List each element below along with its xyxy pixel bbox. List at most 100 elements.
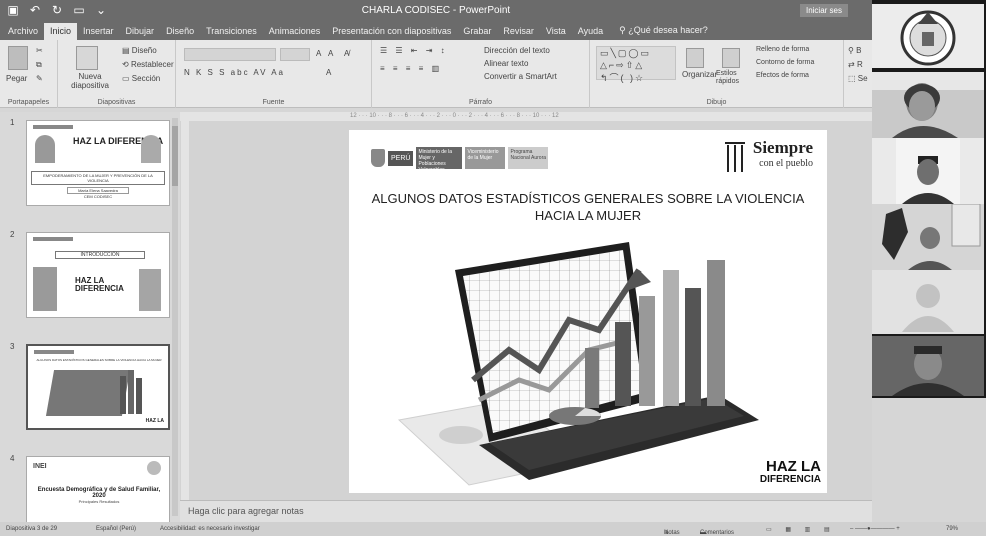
tab-grabar[interactable]: Grabar: [457, 23, 497, 40]
clear-format-icon[interactable]: A̸: [344, 49, 349, 58]
participant-tile-4[interactable]: [872, 204, 984, 270]
participant-video-6: [872, 336, 984, 396]
section-label: Sección: [131, 74, 161, 83]
thumbnails-scrollbar[interactable]: [172, 118, 178, 516]
tab-insertar[interactable]: Insertar: [77, 23, 120, 40]
align-text-button[interactable]: Alinear texto: [484, 59, 528, 68]
participant-tile-1[interactable]: [872, 4, 984, 68]
vertical-ruler: [181, 121, 189, 501]
tab-transiciones[interactable]: Transiciones: [200, 23, 263, 40]
text-direction-button[interactable]: Dirección del texto: [484, 46, 550, 55]
thumb-author: María Elena Saavedra: [67, 187, 129, 194]
participant-tile-2[interactable]: [872, 72, 984, 138]
list-buttons-icon[interactable]: ☰ ☰ ⇤ ⇥ ↕: [380, 46, 448, 55]
select-button[interactable]: ⬚ Se: [848, 74, 868, 83]
police-emblem-icon: [900, 10, 956, 66]
layout-button[interactable]: ▤ Diseño: [122, 46, 157, 55]
new-slide-button[interactable]: Nueva diapositiva: [68, 72, 112, 90]
current-slide[interactable]: PERÚ Ministerio de la Mujer y Poblacione…: [349, 130, 827, 493]
replace-button[interactable]: ⇄ R: [848, 60, 863, 69]
thumb-number-1: 1: [10, 118, 15, 127]
smartart-button[interactable]: Convertir a SmartArt: [484, 72, 557, 81]
thumb-figure-right: [141, 135, 161, 163]
thumb-bar-3: [136, 378, 142, 414]
reset-button[interactable]: ⟲ Restablecer: [122, 60, 174, 69]
group-slides: Nueva diapositiva ▤ Diseño ⟲ Restablecer…: [58, 40, 176, 108]
shape-effects-button[interactable]: Efectos de forma: [756, 72, 809, 79]
quick-styles-icon[interactable]: [722, 48, 740, 68]
shapes-icons-3: ↰⌒( )☆: [600, 73, 646, 83]
select-icon: ⬚: [848, 74, 856, 83]
sign-in-button[interactable]: Iniciar ses: [799, 4, 848, 17]
language-status[interactable]: Español (Perú): [96, 526, 136, 532]
tell-me-label: ¿Qué desea hacer?: [628, 25, 708, 35]
ruler-ticks: 12 · · · 10 · · · 8 · · · 6 · · · 4 · · …: [350, 113, 559, 119]
tab-ayuda[interactable]: Ayuda: [572, 23, 609, 40]
vice-ministry-label: Viceministerio de la Mujer: [465, 147, 506, 169]
font-label: Fuente: [262, 99, 285, 106]
participant-tile-3[interactable]: [872, 138, 984, 204]
thumb-logo-bar: [33, 125, 73, 129]
quick-styles-button[interactable]: Estilos rápidos: [716, 70, 752, 86]
scrollbar-thumb[interactable]: [172, 126, 178, 186]
copy-icon[interactable]: ⧉: [36, 60, 42, 70]
tab-vista[interactable]: Vista: [540, 23, 572, 40]
participant-tile-5[interactable]: [872, 270, 984, 334]
slide-counter: Diapositiva 3 de 29: [6, 526, 58, 532]
zoom-level[interactable]: 79%: [946, 526, 958, 532]
alignment-buttons-icon[interactable]: ≡ ≡ ≡ ≡ ▥: [380, 64, 442, 73]
participant-video-2: [872, 72, 984, 138]
columns-icon: [724, 142, 745, 172]
find-button[interactable]: ⚲ B: [848, 46, 861, 55]
arrange-icon[interactable]: [686, 48, 704, 68]
tab-animaciones[interactable]: Animaciones: [263, 23, 327, 40]
coat-of-arms-icon: [371, 149, 385, 167]
clipboard-label: Portapapeles: [7, 99, 50, 106]
arrange-button[interactable]: Organizar: [682, 70, 717, 79]
new-slide-icon[interactable]: [76, 46, 98, 70]
section-icon: ▭: [122, 74, 132, 83]
brand-title: Siempre: [752, 138, 813, 157]
accessibility-status[interactable]: Accesibilidad: es necesario investigar: [160, 526, 260, 532]
format-painter-icon[interactable]: ✎: [36, 74, 43, 83]
cut-icon[interactable]: ✂: [36, 46, 43, 55]
zoom-slider[interactable]: – ——●———— +: [850, 526, 900, 532]
participant-tile-6[interactable]: [872, 336, 984, 396]
thumb-org: INEI: [33, 463, 47, 470]
ribbon-home: Pegar ✂ ⧉ ✎ Portapapeles Nueva diapositi…: [0, 40, 872, 108]
slide-thumbnail-3[interactable]: ALGUNOS DATOS ESTADÍSTICOS GENERALES SOB…: [26, 344, 170, 430]
thumb-badge: HAZ LA: [145, 418, 164, 424]
thumb-figure-right: [139, 269, 161, 311]
tab-inicio[interactable]: Inicio: [44, 23, 78, 40]
tab-revisar[interactable]: Revisar: [497, 23, 540, 40]
font-size-select[interactable]: [280, 48, 310, 61]
tab-presentacion[interactable]: Presentación con diapositivas: [326, 23, 457, 40]
shrink-font-icon[interactable]: A: [328, 49, 333, 58]
tab-archivo[interactable]: Archivo: [2, 23, 44, 40]
view-buttons[interactable]: ▭ ▦ ▥ ▤: [766, 526, 836, 533]
font-color-icon[interactable]: A: [326, 68, 331, 77]
title-bar: ▣ ↶ ↻ ▭ ⌄ CHARLA CODISEC - PowerPoint In…: [0, 0, 872, 22]
shape-outline-button[interactable]: Contorno de forma: [756, 59, 814, 66]
group-font: A A A̸ N K S S abc AV Aa A Fuente: [176, 40, 372, 108]
thumb-number-3: 3: [10, 342, 15, 351]
font-name-select[interactable]: [184, 48, 276, 61]
tab-diseno[interactable]: Diseño: [160, 23, 200, 40]
paste-button[interactable]: Pegar: [6, 74, 27, 83]
font-style-buttons[interactable]: N K S S abc AV Aa: [184, 68, 285, 77]
tell-me-search[interactable]: ⚲ ¿Qué desea hacer?: [609, 22, 714, 40]
slide-title[interactable]: ALGUNOS DATOS ESTADÍSTICOS GENERALES SOB…: [349, 190, 827, 224]
notes-pane[interactable]: Haga clic para agregar notas: [180, 500, 872, 522]
section-button[interactable]: ▭ Sección: [122, 74, 160, 83]
slide-thumbnail-2[interactable]: INTRODUCCIÓN HAZ LA DIFERENCIA: [26, 232, 170, 318]
search-icon: ⚲: [848, 46, 854, 55]
tab-dibujar[interactable]: Dibujar: [120, 23, 161, 40]
select-label: Se: [857, 74, 868, 83]
shape-fill-button[interactable]: Relleno de forma: [756, 46, 809, 53]
comments-label: Comentarios: [700, 530, 735, 536]
slide-thumbnail-1[interactable]: HAZ LA DIFERENCIA EMPODERAMIENTO DE LA M…: [26, 120, 170, 206]
paste-icon[interactable]: [8, 46, 28, 70]
thumb-bar-2: [128, 370, 134, 414]
grow-font-icon[interactable]: A: [316, 49, 321, 58]
layout-icon: ▤: [122, 46, 132, 55]
